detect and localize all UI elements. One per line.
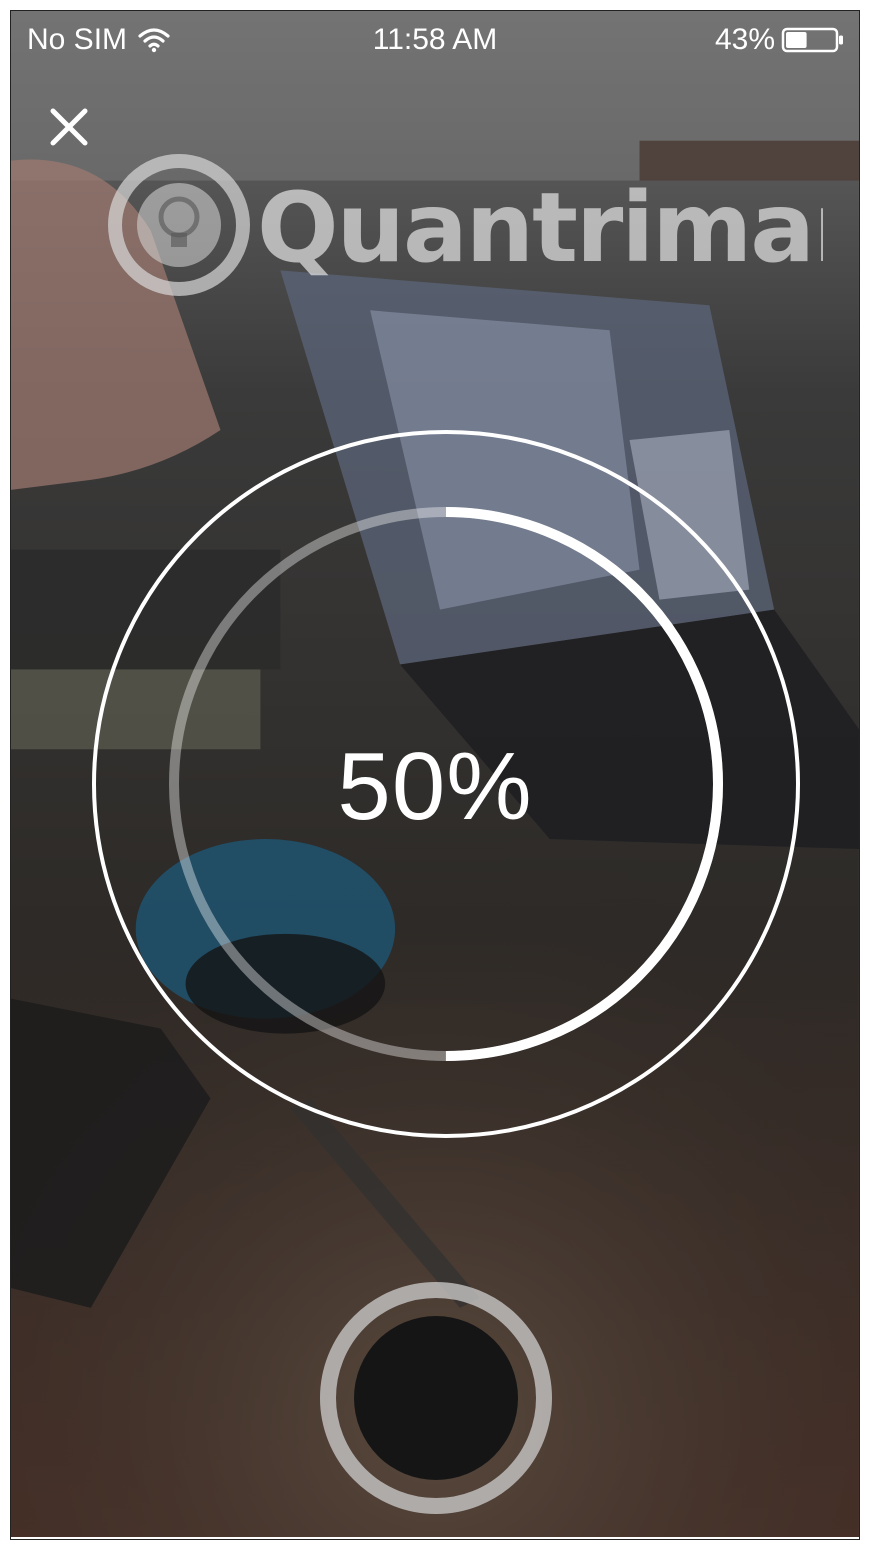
progress-percent: 50% — [337, 733, 533, 840]
watermark-text: Quantrimang — [257, 172, 823, 284]
battery-indicator: 43% — [715, 23, 845, 57]
close-button[interactable] — [47, 105, 91, 149]
battery-percent: 43% — [714, 23, 775, 56]
status-bar: No SIM 11:58 AM 43% — [11, 11, 859, 67]
close-icon — [50, 108, 88, 146]
record-button[interactable] — [318, 1280, 554, 1516]
battery-icon — [781, 27, 843, 53]
watermark-logo: Quantrimang — [108, 154, 823, 296]
svg-text:Quantrimang: Quantrimang — [257, 172, 823, 284]
